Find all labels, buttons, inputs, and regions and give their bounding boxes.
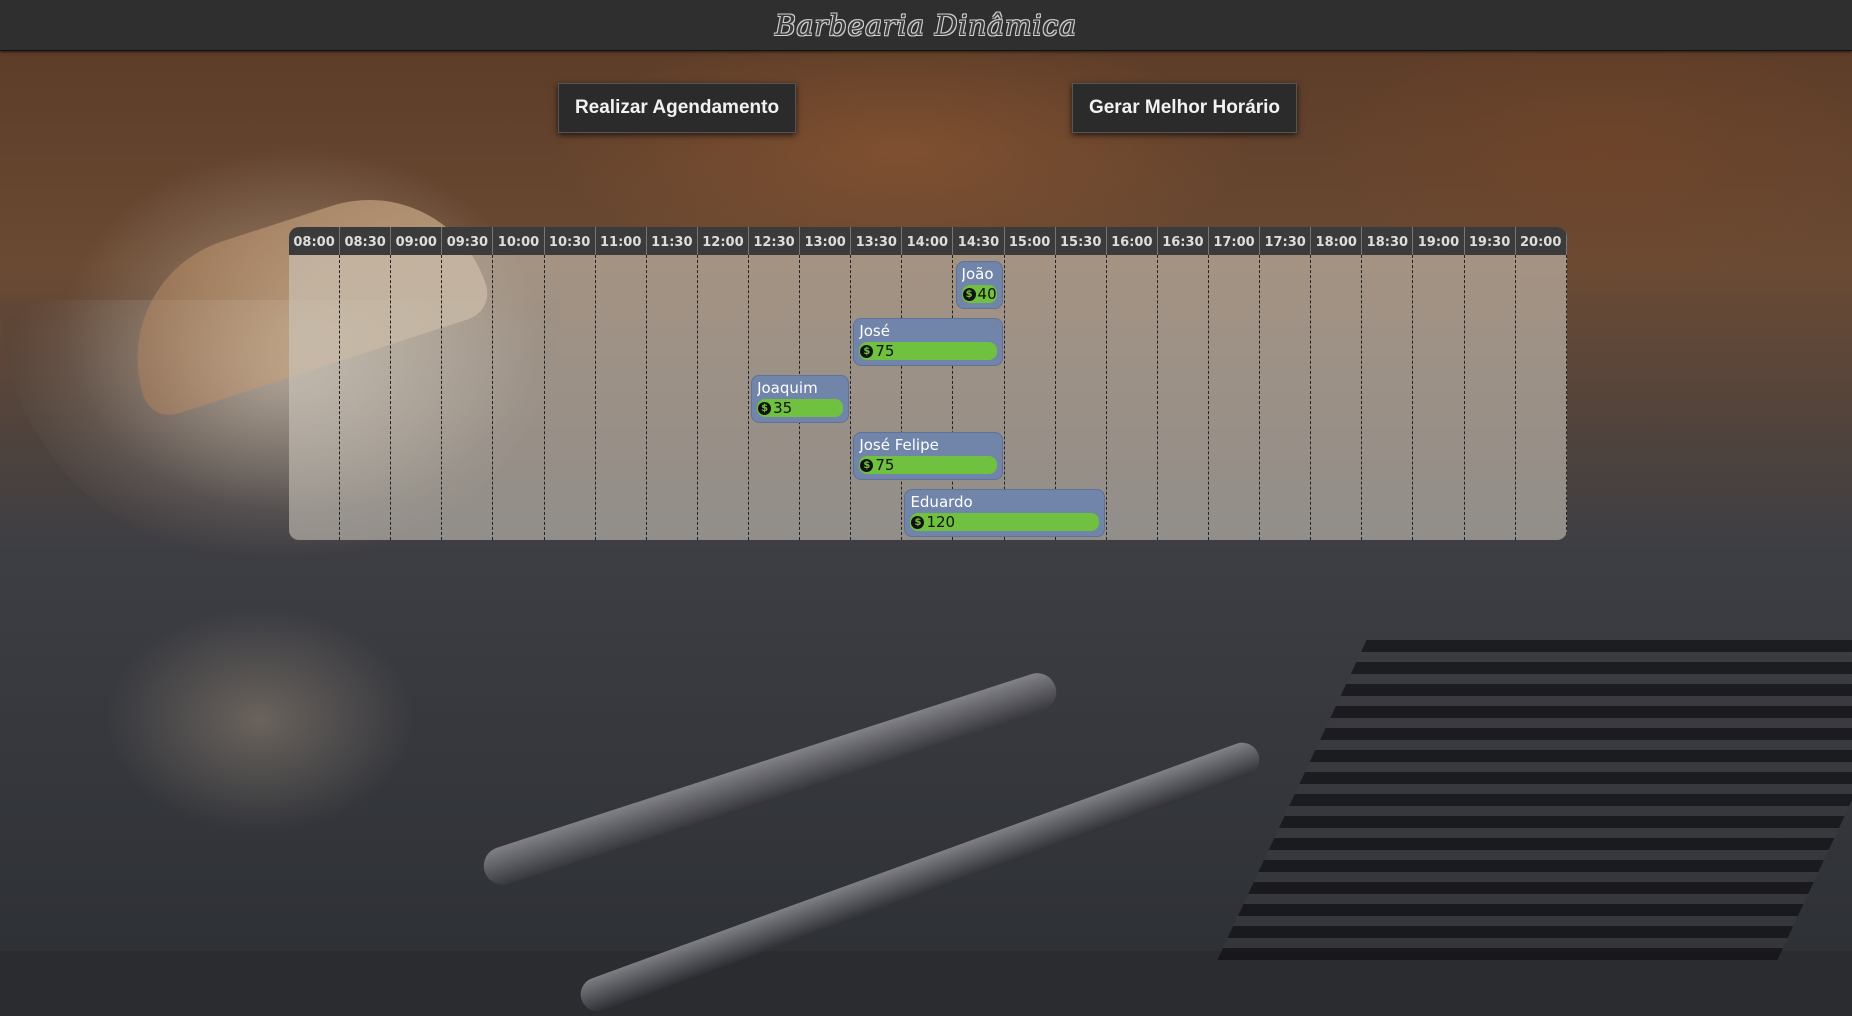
hour-column	[1516, 255, 1567, 540]
appointment-client-name: João	[961, 265, 994, 283]
appointment-card[interactable]: José Felipe $75	[853, 432, 1003, 480]
appointment-price-bar: $40	[961, 285, 997, 303]
appointment-card[interactable]: José $75	[853, 318, 1003, 366]
appointment-client-name: José Felipe	[859, 436, 939, 454]
hour-column	[1209, 255, 1261, 540]
hour-label: 09:00	[391, 227, 443, 255]
hour-column	[1465, 255, 1516, 540]
hour-label: 17:00	[1209, 227, 1261, 255]
appointment-price-value: 75	[875, 342, 895, 360]
hour-column	[596, 255, 647, 540]
hour-label: 08:00	[289, 227, 341, 255]
hour-column	[545, 255, 596, 540]
appointment-price-bar: $120	[910, 513, 1099, 531]
dollar-coin-icon: $	[911, 515, 925, 529]
schedule-timeline: 08:00 08:30 09:00 09:30 10:00 10:30 11:00 11:30…	[289, 227, 1567, 540]
hour-label: 10:00	[493, 227, 545, 255]
hour-label: 08:30	[340, 227, 392, 255]
comb-shape	[1217, 640, 1852, 960]
hour-column	[1158, 255, 1209, 540]
hour-column	[1362, 255, 1414, 540]
hour-column	[851, 255, 903, 540]
appointment-client-name: José	[859, 322, 890, 340]
appointment-price-bar: $75	[859, 342, 997, 360]
dollar-coin-icon: $	[758, 401, 772, 415]
hour-label: 12:30	[749, 227, 801, 255]
hour-label: 12:00	[698, 227, 749, 255]
hour-label: 16:00	[1107, 227, 1158, 255]
appointment-price-bar: $35	[757, 399, 844, 417]
hour-label: 14:00	[902, 227, 954, 255]
appointment-price-value: 35	[773, 399, 793, 417]
dollar-coin-icon: $	[860, 344, 874, 358]
hour-label: 19:30	[1465, 227, 1516, 255]
hour-label: 13:30	[851, 227, 903, 255]
hour-label: 11:00	[596, 227, 647, 255]
appointment-client-name: Joaquim	[757, 379, 818, 397]
schedule-button[interactable]: Realizar Agendamento	[558, 83, 796, 133]
hour-column	[1107, 255, 1158, 540]
hour-label: 15:30	[1056, 227, 1107, 255]
hour-column	[340, 255, 392, 540]
appointment-price-value: 120	[926, 513, 956, 531]
razor-shape	[575, 737, 1265, 1016]
brand-title: Barbearia Dinâmica	[775, 9, 1077, 42]
appointment-card[interactable]: Eduardo $120	[904, 489, 1105, 537]
hour-label: 16:30	[1158, 227, 1209, 255]
hour-column	[493, 255, 545, 540]
appointment-price-bar: $75	[859, 456, 997, 474]
hour-label: 10:30	[545, 227, 596, 255]
dollar-coin-icon: $	[860, 458, 874, 472]
hour-column	[391, 255, 443, 540]
hour-column	[698, 255, 749, 540]
hour-column	[289, 255, 341, 540]
appointment-price-value: 40	[977, 285, 997, 303]
hour-column	[1413, 255, 1465, 540]
hour-label: 11:30	[647, 227, 698, 255]
hour-column	[1311, 255, 1363, 540]
hour-label: 09:30	[442, 227, 494, 255]
top-bar: Barbearia Dinâmica	[0, 0, 1852, 51]
appointment-price-value: 75	[875, 456, 895, 474]
dollar-coin-icon: $	[962, 287, 976, 301]
hour-column	[442, 255, 494, 540]
hour-label: 14:30	[953, 227, 1005, 255]
hour-column	[1260, 255, 1312, 540]
hour-label: 18:30	[1362, 227, 1414, 255]
timeline-hours-header: 08:00 08:30 09:00 09:30 10:00 10:30 11:00 11:30…	[289, 227, 1567, 255]
hour-label: 20:00	[1516, 227, 1567, 255]
appointment-card[interactable]: Joaquim $35	[751, 375, 850, 423]
appointment-client-name: Eduardo	[910, 493, 973, 511]
hour-label: 19:00	[1413, 227, 1465, 255]
best-time-button[interactable]: Gerar Melhor Horário	[1072, 83, 1297, 133]
hour-column	[647, 255, 698, 540]
hour-label: 18:00	[1311, 227, 1363, 255]
hour-label: 13:00	[800, 227, 852, 255]
hour-label: 17:30	[1260, 227, 1312, 255]
hour-label: 15:00	[1005, 227, 1056, 255]
appointment-card[interactable]: João $40	[955, 261, 1003, 309]
